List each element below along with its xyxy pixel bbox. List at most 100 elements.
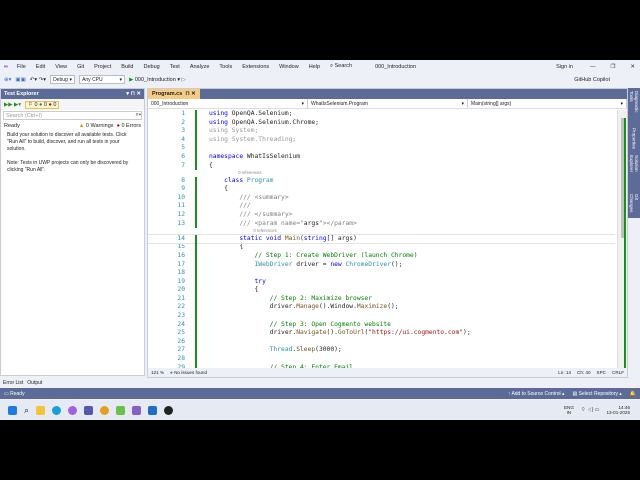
copilot-icon[interactable] <box>68 405 78 415</box>
save-icon[interactable]: ▣▣ <box>15 77 25 83</box>
code-line[interactable]: 27 Thread.Sleep(3000); <box>148 346 615 355</box>
vertical-scrollbar[interactable] <box>617 110 627 368</box>
code-line[interactable]: 18 <box>148 269 615 278</box>
menu-git[interactable]: Git <box>77 64 84 70</box>
member-dropdown[interactable]: Main(string[] args) ▾ <box>468 99 627 108</box>
tab-properties[interactable]: Properties <box>632 128 637 149</box>
configuration-select[interactable]: Debug ▾ <box>50 75 76 84</box>
select-repository-button[interactable]: ▤ Select Repository ▴ <box>573 391 622 397</box>
code-line[interactable]: 5 <box>148 144 615 153</box>
code-line[interactable]: 22 driver.Manage().Window.Maximize(); <box>148 303 615 312</box>
code-line[interactable]: 28 <box>148 355 615 364</box>
code-line[interactable]: 15 { <box>148 243 615 252</box>
menu-help[interactable]: Help <box>309 64 320 70</box>
code-line[interactable]: 17 IWebDriver driver = new ChromeDriver(… <box>148 260 615 270</box>
code-token: /// <summary> <box>209 193 289 201</box>
issues-indicator[interactable]: ● No issues found <box>170 370 207 375</box>
copilot-button[interactable]: GitHub Copilot <box>574 77 610 83</box>
start-icon[interactable] <box>8 405 17 415</box>
obs-icon[interactable] <box>164 405 174 415</box>
minimize-button[interactable]: — <box>590 64 596 70</box>
outlook-icon[interactable] <box>148 405 158 415</box>
search-button[interactable]: ⌕ Search <box>330 63 352 70</box>
maximize-button[interactable]: ❐ <box>610 64 615 70</box>
edge-icon[interactable] <box>52 405 62 415</box>
change-margin <box>185 152 207 162</box>
undo-icon[interactable]: ↶▾ ↷▾ <box>30 77 46 83</box>
code-line[interactable]: 12 /// </summary> <box>148 211 615 220</box>
code-line[interactable]: 20 { <box>148 286 615 295</box>
menu-analyze[interactable]: Analyze <box>190 64 210 70</box>
menu-window[interactable]: Window <box>279 64 299 70</box>
notifications-icon[interactable]: 🔔 <box>630 391 636 397</box>
code-line[interactable]: 3 using System; <box>148 127 615 136</box>
code-line[interactable]: 21 // Step 2: Maximize browser <box>148 294 615 304</box>
code-line[interactable]: 9 { <box>148 185 615 194</box>
test-search-input[interactable]: Search (Ctrl+I) ⌕▾ <box>3 111 142 120</box>
tab-program-cs[interactable]: Program.cs ⊓ ✕ <box>148 89 200 99</box>
references-count[interactable]: 0 references <box>148 170 261 175</box>
app-icon[interactable] <box>116 405 126 415</box>
whitespace-indicator[interactable]: SPC <box>597 370 606 375</box>
zoom-select[interactable]: 121 % <box>151 370 164 375</box>
search-icon[interactable]: ⌕ <box>24 405 29 416</box>
code-line[interactable]: 13 /// <param name="args"></param> <box>148 219 615 229</box>
code-line[interactable]: 19 try <box>148 277 615 287</box>
line-ending-indicator[interactable]: CRLF <box>612 370 624 375</box>
code-line[interactable]: 8 class Program <box>148 176 615 186</box>
tab-solution-explorer[interactable]: Solution Explorer <box>629 155 639 188</box>
menu-build[interactable]: Build <box>121 64 133 70</box>
ready-status: ▭ Ready <box>4 390 25 397</box>
menu-debug[interactable]: Debug <box>144 64 160 70</box>
code-text: using System.Threading; <box>207 136 296 145</box>
tab-output[interactable]: Output <box>27 380 42 386</box>
language-indicator[interactable]: ENG IN <box>564 405 574 415</box>
class-dropdown[interactable]: WhatIsSelenium.Program ▾ <box>308 99 468 108</box>
code-line[interactable]: 6 namespace WhatIsSelenium <box>148 152 615 162</box>
close-button[interactable]: ✕ <box>630 64 635 70</box>
menu-extensions[interactable]: Extensions <box>242 64 269 70</box>
project-dropdown[interactable]: 000_Introduction ▾ <box>148 99 308 108</box>
change-margin <box>185 135 207 145</box>
platform-select[interactable]: Any CPU ▾ <box>79 75 126 84</box>
code-line[interactable]: 10 /// <summary> <box>148 193 615 203</box>
code-line[interactable]: 2 using OpenQA.Selenium.Chrome; <box>148 118 615 128</box>
clock[interactable]: 14:46 13-01-2026 <box>607 405 631 416</box>
back-icon[interactable]: ⊕▾ <box>4 77 11 83</box>
start-button[interactable]: ▶ 000_Introduction ▾ ▷ <box>129 77 186 83</box>
line-number: 2 <box>181 118 185 126</box>
code-line[interactable]: 7{ <box>148 161 615 171</box>
sign-in-button[interactable]: Sign in <box>556 64 573 70</box>
menu-view[interactable]: View <box>55 64 67 70</box>
code-line[interactable]: 26 <box>148 337 615 347</box>
teams-icon[interactable] <box>84 405 94 415</box>
tab-error-list[interactable]: Error List <box>3 380 23 386</box>
chrome-icon[interactable] <box>100 405 110 415</box>
code-line[interactable]: 1 using OpenQA.Selenium; <box>148 110 615 119</box>
visual-studio-icon[interactable] <box>132 405 142 415</box>
add-source-control-button[interactable]: ↑ Add to Source Control ▴ <box>508 391 565 397</box>
editor-status-bar: 121 % ● No issues found Ln: 14 Ch: 40 SP… <box>148 368 627 377</box>
menu-tools[interactable]: Tools <box>219 64 232 70</box>
references-count[interactable]: 0 references <box>148 228 276 233</box>
menu-test[interactable]: Test <box>170 64 180 70</box>
tab-diagnostic-tools[interactable]: Diagnostic Tools <box>629 91 639 122</box>
menu-edit[interactable]: Edit <box>36 64 45 70</box>
code-line[interactable]: 23 <box>148 312 615 321</box>
code-line[interactable]: 24 // Step 3: Open Cogmento website <box>148 320 615 330</box>
code-line[interactable]: 14 static void Main(string[] args) <box>148 233 615 245</box>
run-all-icon[interactable]: ▶▶ ▶▾ <box>4 102 21 108</box>
file-explorer-icon[interactable] <box>36 405 46 415</box>
line-number: 4 <box>181 135 185 143</box>
code-line[interactable]: 4 using System.Threading; <box>148 135 615 145</box>
code-line[interactable]: 11 /// <box>148 202 615 211</box>
menu-file[interactable]: File <box>17 64 26 70</box>
change-margin <box>185 269 207 278</box>
tab-git-changes[interactable]: Git Changes <box>629 194 639 218</box>
code-line[interactable]: 25 driver.Navigate().GoToUrl("https://ui… <box>148 329 615 338</box>
test-counts[interactable]: ⚐ 0 ● 0 ● 0 <box>24 100 60 109</box>
code-line[interactable]: 16 // Step 1: Create WebDriver (launch C… <box>148 251 615 261</box>
menu-project[interactable]: Project <box>94 64 111 70</box>
code-area[interactable]: 1 using OpenQA.Selenium; 2 using OpenQA.Sel… <box>148 110 615 368</box>
network-volume-icons[interactable]: ⌔ ◁) ▭ <box>581 407 600 413</box>
